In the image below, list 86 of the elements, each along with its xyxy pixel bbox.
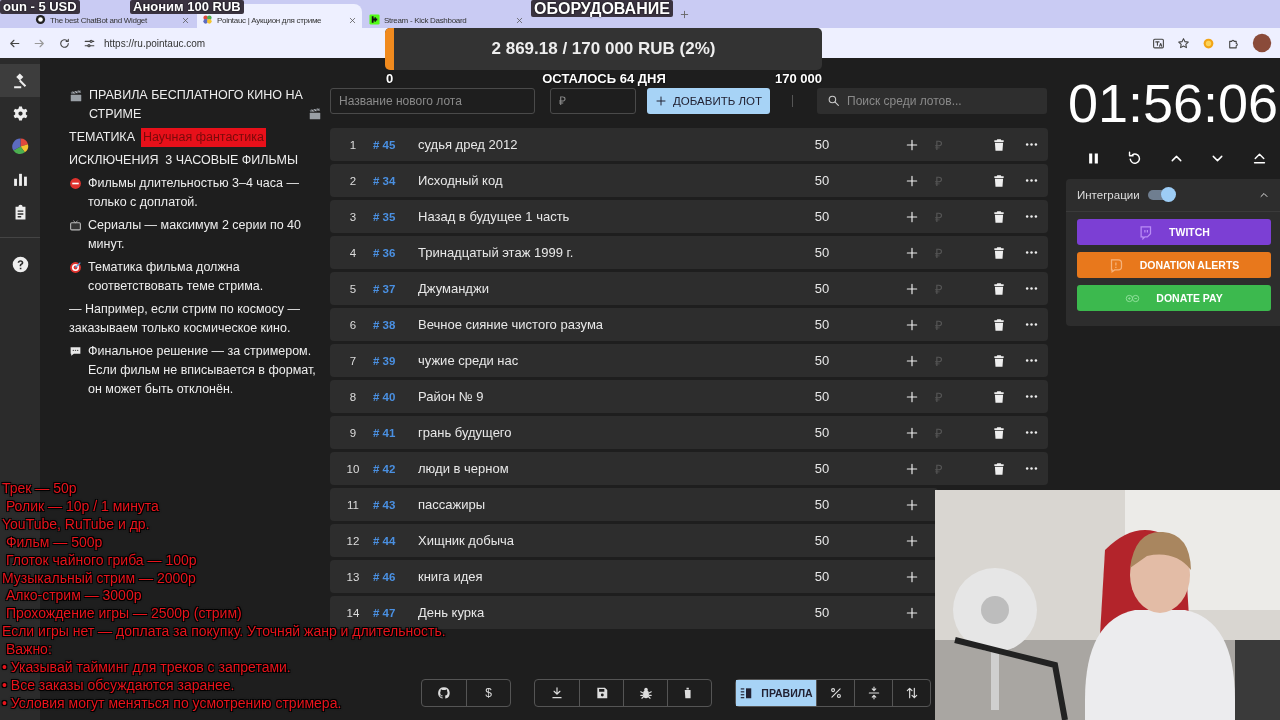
row-number: 7 xyxy=(348,354,358,367)
lot-amount: 50 xyxy=(813,533,831,548)
alert-toast: ОБОРУДОВАНИЕ xyxy=(531,0,673,17)
lot-amount: 50 xyxy=(813,281,831,296)
lot-name: Район № 9 xyxy=(418,389,485,404)
lot-id: # 43 xyxy=(372,498,397,511)
price-line: • Все заказы обсуждаются заранее. xyxy=(2,676,235,695)
row-number: 11 xyxy=(346,498,360,511)
lot-id: # 46 xyxy=(372,570,397,583)
lot-id: # 47 xyxy=(372,606,397,619)
topic-tag: Научная фантастика xyxy=(141,128,267,147)
exceptions-text: ИСКЛЮЧЕНИЯ 3 ЧАСОВЫЕ ФИЛЬМЫ xyxy=(69,152,298,169)
row-number: 3 xyxy=(348,210,358,223)
row-number: 10 xyxy=(345,462,361,475)
lot-name: пассажиры xyxy=(418,497,487,512)
rule-text: Финальное решение — за стримером. Если фильм не вписывается в формат, он может быть отклонён. xyxy=(88,343,317,398)
lot-id: # 44 xyxy=(372,534,397,547)
lot-name: книга идея xyxy=(418,569,484,584)
lot-amount: 50 xyxy=(813,389,831,404)
price-line: Фильм — 500р xyxy=(4,533,103,552)
row-number: 12 xyxy=(345,534,361,547)
row-number: 8 xyxy=(348,390,358,403)
price-line: Глоток чайного гриба — 100р xyxy=(4,551,197,570)
lot-id: # 34 xyxy=(372,174,397,187)
lot-id: # 36 xyxy=(372,246,397,259)
lot-name: Назад в будущее 1 часть xyxy=(418,209,571,224)
price-line: Прохождение игры — 2500р (стрим) xyxy=(4,605,242,624)
rule-text: — Например, если стрим по космосу — заказываем только космическое кино. xyxy=(69,301,302,337)
lot-id: # 39 xyxy=(372,354,397,367)
lot-amount: 50 xyxy=(813,245,831,260)
lot-id: # 38 xyxy=(372,318,397,331)
lot-amount: 50 xyxy=(813,569,831,584)
row-number: 4 xyxy=(348,246,358,259)
price-line: Ролик — 10р / 1 минута xyxy=(4,497,159,516)
row-number: 5 xyxy=(348,282,358,295)
row-number: 2 xyxy=(348,174,358,187)
lot-name: День курка xyxy=(418,605,486,620)
lot-id: # 42 xyxy=(372,462,397,475)
price-line: YouTube, RuTube и др. xyxy=(2,515,150,534)
lot-amount: 50 xyxy=(813,353,831,368)
price-line: • Указывай тайминг для треков с запретами. xyxy=(2,659,291,677)
lot-name: судья дред 2012 xyxy=(418,137,519,152)
price-line: • Условия могут меняться по усмотрению стримера. xyxy=(2,694,342,713)
price-line: Алко-стрим — 3000р xyxy=(4,587,142,606)
lot-amount: 50 xyxy=(813,605,831,620)
row-number: 13 xyxy=(345,570,361,583)
lot-amount: 50 xyxy=(813,209,831,224)
alert-toast: Аноним 100 RUB xyxy=(130,0,244,14)
topic-label: ТЕМАТИКА xyxy=(69,129,135,146)
lot-name: Хищник добыча xyxy=(418,533,515,548)
row-number: 9 xyxy=(348,426,358,439)
lot-name: грань будущего xyxy=(418,425,513,440)
row-number: 14 xyxy=(345,606,361,619)
lot-id: # 37 xyxy=(372,282,397,295)
lot-amount: 50 xyxy=(813,173,831,188)
price-line: Важно: xyxy=(4,641,52,660)
lot-name: Джуманджи xyxy=(418,281,490,296)
lot-name: Исходный код xyxy=(418,173,504,188)
lot-amount: 50 xyxy=(813,497,831,512)
rule-text: Сериалы — максимум 2 серии по 40 минут. xyxy=(88,217,302,253)
price-line: Трек — 50р xyxy=(2,480,77,498)
lot-id: # 45 xyxy=(372,138,397,151)
rule-text: Тематика фильма должна соответствовать теме стрима. xyxy=(88,259,265,295)
lot-name: люди в черном xyxy=(418,461,510,476)
lot-amount: 50 xyxy=(813,317,831,332)
lot-amount: 50 xyxy=(813,425,831,440)
lot-amount: 50 xyxy=(813,461,831,476)
lot-name: чужие среди нас xyxy=(418,353,520,368)
price-line: Музыкальный стрим — 2000р xyxy=(2,569,196,588)
row-number: 1 xyxy=(348,138,358,151)
goal-max: 170 000 xyxy=(775,72,822,86)
row-number: 6 xyxy=(348,318,358,331)
lot-amount: 50 xyxy=(813,137,831,152)
rules-title: ПРАВИЛА БЕСПЛАТНОГО КИНО НА СТРИМЕ xyxy=(89,87,304,123)
lot-name: Вечное сияние чистого разума xyxy=(418,317,605,332)
integrations-title: Интеграции xyxy=(1077,189,1140,201)
timer-text: 01:56:06 xyxy=(1066,72,1280,134)
days-left-text: ОСТАЛОСЬ 64 ДНЯ xyxy=(542,72,666,86)
lot-id: # 41 xyxy=(372,426,397,439)
lot-id: # 40 xyxy=(372,390,397,403)
alert-toast: oun - 5 USD xyxy=(0,0,80,14)
rule-text: Фильмы длительностью 3–4 часа — только с доплатой. xyxy=(88,175,300,211)
goal-min: 0 xyxy=(386,72,394,86)
lot-id: # 35 xyxy=(372,210,397,223)
lot-name: Тринадцатый этаж 1999 г. xyxy=(418,245,575,260)
goal-text: 2 869.18 / 170 000 RUB (2%) xyxy=(491,39,716,59)
